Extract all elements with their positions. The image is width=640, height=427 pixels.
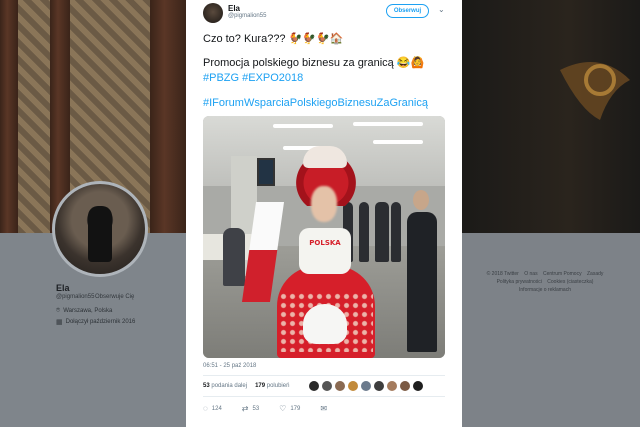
avatar[interactable] xyxy=(374,381,384,391)
avatar[interactable] xyxy=(348,381,358,391)
like-button[interactable]: ♡ 179 xyxy=(279,404,300,413)
reply-button[interactable]: ◌ 124 xyxy=(203,404,222,413)
heart-icon: ♡ xyxy=(279,404,287,413)
retweets-stat[interactable]: 53 podania dalej xyxy=(203,383,247,389)
tweet-actions: ◌ 124 ⇄ 53 ♡ 179 ✉ xyxy=(203,404,327,413)
tweet-text-line2-text: Promocja polskiego biznesu za granicą xyxy=(203,57,394,69)
tweet-text-line2-emoji: 😂🙆 xyxy=(396,57,425,69)
avatar[interactable] xyxy=(387,381,397,391)
site-footer: © 2018 Twitter O nas Centrum Pomocy Zasa… xyxy=(470,270,620,294)
footer-link[interactable]: Zasady xyxy=(587,271,603,277)
footer-link[interactable]: Centrum Pomocy xyxy=(543,271,582,277)
calendar-icon: ▦ xyxy=(56,319,63,326)
tweet-stats: 53 podania dalej 179 polubień xyxy=(203,383,289,389)
retweets-label: podania dalej xyxy=(211,383,248,389)
reply-count: 124 xyxy=(211,405,222,412)
avatar[interactable] xyxy=(335,381,345,391)
tweet-card: Ela @pigmalion55 Obserwuj ⌄ Czo to? Kura… xyxy=(186,0,462,427)
retweets-count: 53 xyxy=(203,383,210,389)
message-button[interactable]: ✉ xyxy=(320,404,327,413)
avatar[interactable] xyxy=(309,381,319,391)
follows-you-badge: Obserwuje Cię xyxy=(95,294,135,300)
likes-stat[interactable]: 179 polubień xyxy=(255,383,289,389)
divider xyxy=(203,375,445,376)
tweet-text-line1: Czo to? Kura??? 🐓🐓🐓🏠 xyxy=(203,33,344,45)
envelope-icon: ✉ xyxy=(320,404,328,413)
likes-label: polubień xyxy=(266,383,290,389)
decorative-sculpture xyxy=(560,62,630,120)
hashtag-long[interactable]: #IForumWsparciaPolskiegoBiznesuZaGranicą xyxy=(203,97,428,109)
avatar[interactable] xyxy=(413,381,423,391)
reply-icon: ◌ xyxy=(203,404,208,413)
photo-shirt-text: POLSKA xyxy=(309,239,341,247)
divider xyxy=(203,396,445,397)
chevron-down-icon[interactable]: ⌄ xyxy=(438,5,445,14)
footer-link[interactable]: Cookies (ciasteczka) xyxy=(547,279,593,285)
retweet-count: 53 xyxy=(252,405,260,412)
avatar[interactable] xyxy=(322,381,332,391)
location-pin-icon: ⌾ xyxy=(56,307,61,314)
follow-button[interactable]: Obserwuj xyxy=(386,4,429,18)
retweet-button[interactable]: ⇄ 53 xyxy=(242,404,259,413)
footer-link[interactable]: Polityka prywatności xyxy=(497,279,542,285)
profile-joined: ▦ Dołączył październik 2016 xyxy=(56,318,135,326)
tweet-timestamp[interactable]: 06:51 - 25 paź 2018 xyxy=(203,363,256,369)
profile-avatar[interactable] xyxy=(52,181,148,277)
footer-link[interactable]: © 2018 Twitter xyxy=(487,271,519,277)
profile-location-text: Warszawa, Polska xyxy=(63,308,113,314)
tweet-author-avatar[interactable] xyxy=(203,3,223,23)
tweet-text-line2: Promocja polskiego biznesu za granicą 😂🙆 xyxy=(203,56,424,69)
avatar[interactable] xyxy=(400,381,410,391)
likes-count: 179 xyxy=(255,383,266,389)
tweet-author-name[interactable]: Ela xyxy=(228,4,240,13)
footer-link[interactable]: Informacje o reklamach xyxy=(519,287,571,293)
tweet-author-handle[interactable]: @pigmalion55 xyxy=(228,13,266,19)
retweet-icon: ⇄ xyxy=(241,404,249,413)
avatar[interactable] xyxy=(361,381,371,391)
tweet-photo[interactable]: POLSKA xyxy=(203,116,445,358)
profile-joined-text: Dołączył październik 2016 xyxy=(65,319,136,325)
footer-link[interactable]: O nas xyxy=(524,271,537,277)
likers-avatars xyxy=(309,381,423,391)
profile-location: ⌾ Warszawa, Polska xyxy=(56,307,112,315)
like-count: 179 xyxy=(290,405,301,412)
hashtags-line[interactable]: #PBZG #EXPO2018 xyxy=(203,72,303,84)
profile-handle[interactable]: @pigmalion55 xyxy=(56,294,94,300)
profile-name[interactable]: Ela xyxy=(56,283,70,293)
